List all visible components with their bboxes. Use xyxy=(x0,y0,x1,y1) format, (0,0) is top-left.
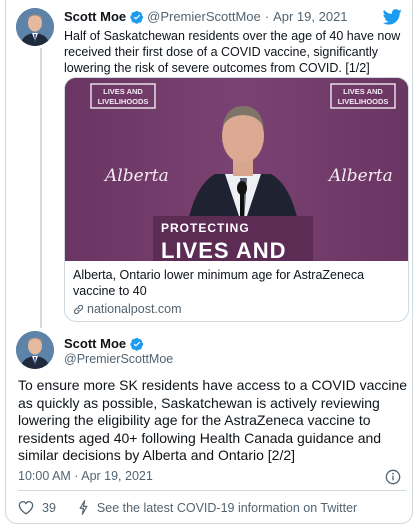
avatar[interactable] xyxy=(16,8,54,46)
link-icon xyxy=(73,304,84,314)
verified-badge-icon xyxy=(130,337,144,351)
author-handle[interactable]: @PremierScottMoe xyxy=(64,352,173,366)
card-domain[interactable]: nationalpost.com xyxy=(73,302,182,316)
heart-icon[interactable] xyxy=(18,500,34,515)
lightning-icon xyxy=(79,500,88,515)
verified-badge-icon xyxy=(130,10,144,24)
card-title[interactable]: Alberta, Ontario lower minimum age for A… xyxy=(73,267,403,299)
banner-line1: PROTECTING xyxy=(161,221,250,235)
banner-line2: LIVES AND xyxy=(161,238,287,261)
thread-connector-line xyxy=(40,48,42,328)
main-tweet-text: To ensure more SK residents have access … xyxy=(18,377,408,464)
alberta-logo-right: Alberta xyxy=(327,166,393,186)
tweet-date[interactable]: Apr 19, 2021 xyxy=(273,9,347,24)
twitter-bird-icon[interactable] xyxy=(383,9,402,25)
alberta-logo-left: Alberta xyxy=(103,166,169,186)
avatar[interactable] xyxy=(16,331,54,369)
parent-tweet-text: Half of Saskatchewan residents over the … xyxy=(64,29,401,75)
parent-tweet-header: Scott Moe @PremierScottMoe · Apr 19, 202… xyxy=(64,9,348,24)
link-preview-card[interactable]: LIVES AND LIVELIHOODS LIVES AND LIVELIHO… xyxy=(64,77,409,322)
author-name[interactable]: Scott Moe xyxy=(64,9,126,24)
author-name[interactable]: Scott Moe xyxy=(64,336,126,351)
sign-right-line1: LIVES AND xyxy=(343,87,383,96)
divider xyxy=(18,490,406,491)
separator-dot: · xyxy=(264,9,270,24)
embedded-tweet-frame: Scott Moe @PremierScottMoe · Apr 19, 202… xyxy=(5,0,413,524)
main-author-name-row: Scott Moe xyxy=(64,336,147,351)
card-domain-text: nationalpost.com xyxy=(87,302,182,316)
card-image: LIVES AND LIVELIHOODS LIVES AND LIVELIHO… xyxy=(65,78,408,261)
like-count[interactable]: 39 xyxy=(42,501,56,515)
info-icon[interactable] xyxy=(385,469,401,485)
author-handle[interactable]: @PremierScottMoe xyxy=(147,9,261,24)
sign-right-line2: LIVELIHOODS xyxy=(338,97,389,106)
covid-info-link[interactable]: See the latest COVID-19 information on T… xyxy=(97,501,357,515)
sign-left-line2: LIVELIHOODS xyxy=(98,97,149,106)
tweet-timestamp[interactable]: 10:00 AM · Apr 19, 2021 xyxy=(18,469,153,483)
tweet-actions-bar: 39 See the latest COVID-19 information o… xyxy=(18,500,357,515)
sign-left-line1: LIVES AND xyxy=(103,87,143,96)
